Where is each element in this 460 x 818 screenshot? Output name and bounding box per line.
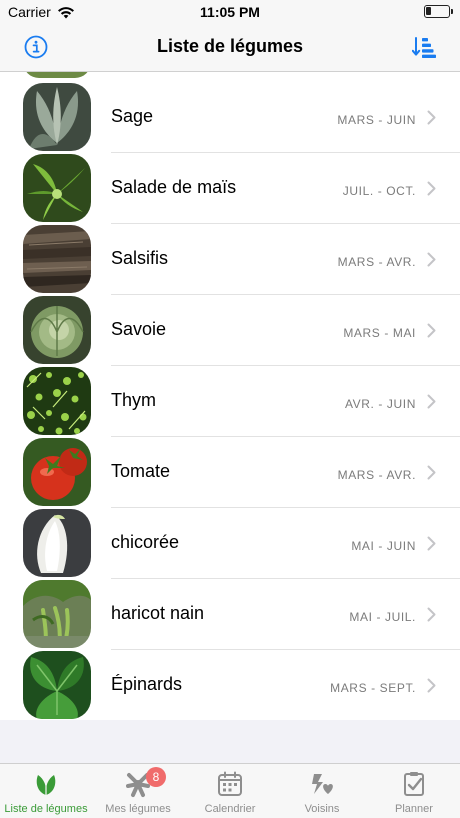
list-item[interactable]: Thym AVR. - JUIN [0, 366, 460, 437]
vegetable-name: Épinards [111, 674, 183, 694]
vegetable-name: chicorée [111, 532, 180, 552]
list-item[interactable]: Sage MARS - JUIN [0, 82, 460, 153]
battery-icon [424, 5, 453, 18]
vegetable-name: Sage [111, 106, 154, 126]
season-range: MARS - JUIN [337, 113, 416, 127]
tab-bar: Liste de légumes 8 Mes légumes Calendrie… [0, 763, 460, 818]
tab-my-vegetables[interactable]: 8 Mes légumes [92, 764, 184, 818]
spinach-thumbnail [23, 651, 91, 719]
tab-label: Voisins [304, 803, 340, 815]
page-title: Liste de légumes [156, 36, 304, 56]
battery-level [426, 7, 431, 15]
vegetable-name: haricot nain [111, 603, 205, 623]
season-range: JUIL. - OCT. [342, 184, 416, 198]
savoy-cabbage-thumbnail [23, 296, 91, 364]
clock: 11:05 PM [200, 4, 260, 20]
list-item[interactable]: Épinards MARS - SEPT. [0, 650, 460, 720]
chevron-right-icon [427, 181, 436, 196]
chevron-right-icon [427, 536, 436, 551]
vegetable-name: Savoie [111, 319, 167, 339]
vegetable-rows: Sage MARS - JUIN Salade de maïs JUIL. - OCT… [0, 82, 460, 720]
season-range: MAI - JUIN [351, 539, 416, 553]
thyme-thumbnail [23, 367, 91, 435]
planner-icon [404, 772, 424, 796]
list-item[interactable]: Tomate MARS - AVR. [0, 437, 460, 508]
neighbors-icon [312, 774, 333, 794]
list-item[interactable]: Salade de maïs JUIL. - OCT. [0, 153, 460, 224]
chevron-right-icon [427, 465, 436, 480]
chevron-right-icon [427, 394, 436, 409]
chevron-right-icon [427, 252, 436, 267]
sage-thumbnail [23, 83, 91, 151]
chevron-right-icon [427, 110, 436, 125]
sort-descending-icon[interactable] [412, 36, 436, 58]
season-range: MARS - SEPT. [330, 681, 416, 695]
chevron-right-icon [427, 678, 436, 693]
list-item[interactable]: chicorée MAI - JUIN [0, 508, 460, 579]
chevron-right-icon [427, 323, 436, 338]
notification-badge: 8 [146, 767, 166, 787]
vegetable-list[interactable]: Sage MARS - JUIN Salade de maïs JUIL. - OCT… [0, 72, 460, 720]
tab-neighbors[interactable]: Voisins [276, 764, 368, 818]
list-item[interactable]: Savoie MARS - MAI [0, 295, 460, 366]
vegetable-name: Salsifis [111, 248, 169, 268]
salsify-thumbnail [23, 225, 91, 293]
previous-row-thumbnail [23, 72, 91, 78]
dwarf-bean-thumbnail [23, 580, 91, 648]
tab-planner[interactable]: Planner [368, 764, 460, 818]
corn-salad-thumbnail [23, 154, 91, 222]
list-item[interactable]: haricot nain MAI - JUIL. [0, 579, 460, 650]
season-range: MARS - AVR. [337, 255, 416, 269]
status-bar: Carrier 11:05 PM [0, 0, 460, 24]
vegetable-name: Salade de maïs [111, 177, 237, 197]
tab-label: Liste de légumes [4, 803, 88, 815]
calendar-icon [218, 771, 242, 796]
leaves-icon [36, 775, 56, 795]
chevron-right-icon [427, 607, 436, 622]
tab-label: Planner [395, 803, 433, 815]
season-range: MAI - JUIL. [349, 610, 416, 624]
season-range: MARS - AVR. [337, 468, 416, 482]
tab-vegetable-list[interactable]: Liste de légumes [0, 764, 92, 818]
chicory-thumbnail [23, 509, 91, 577]
vegetable-name: Tomate [111, 461, 171, 481]
tab-label: Calendrier [204, 803, 256, 815]
navigation-bar: Liste de légumes [0, 24, 460, 72]
tab-calendar[interactable]: Calendrier [184, 764, 276, 818]
season-range: AVR. - JUIN [344, 397, 416, 411]
season-range: MARS - MAI [343, 326, 416, 340]
vegetable-name: Thym [111, 390, 156, 410]
tab-label: Mes légumes [105, 803, 171, 815]
list-item[interactable]: Salsifis MARS - AVR. [0, 224, 460, 295]
tomato-thumbnail [23, 438, 91, 506]
